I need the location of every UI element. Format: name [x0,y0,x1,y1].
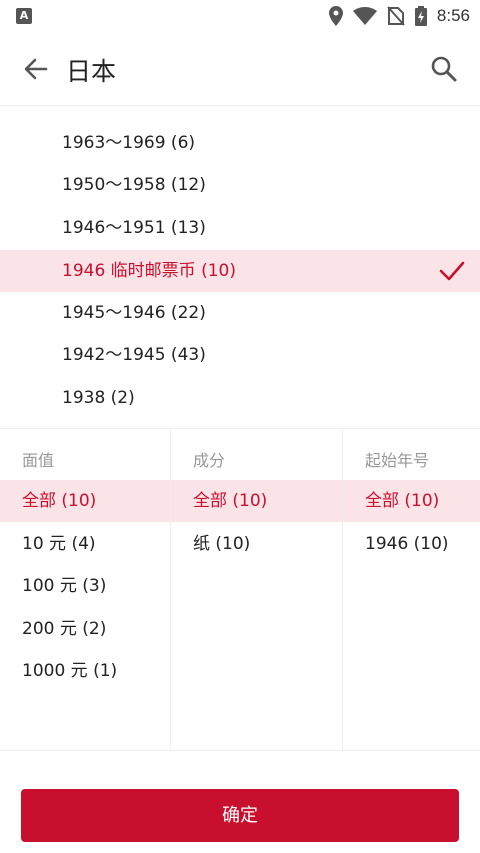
app-bar: 日本 [0,32,480,106]
filter-panel: 面值 全部 (10) 10 元 (4) 100 元 (3) 200 元 (2) … [0,429,480,751]
no-sim-icon [387,6,405,26]
year-range-list[interactable]: 1963～1969 (6) 1950～1958 (12) 1946～1951 (… [0,106,480,429]
composition-header: 成分 [193,451,226,470]
status-icons: 8:56 [328,4,470,28]
start-year-option[interactable]: 全部 (10) [343,480,480,522]
denomination-header: 面值 [22,451,55,470]
search-icon [431,56,457,82]
app-notification-icon: A [16,8,32,24]
denomination-column: 面值 全部 (10) 10 元 (4) 100 元 (3) 200 元 (2) … [0,429,171,751]
option-label: 全部 (10) [365,491,440,511]
option-label: 100 元 (3) [22,576,107,596]
start-year-column: 起始年号 全部 (10) 1946 (10) [343,429,480,751]
denomination-option[interactable]: 10 元 (4) [0,523,170,565]
year-item-label: 1946～1951 (13) [62,218,206,238]
denomination-option[interactable]: 1000 元 (1) [0,650,170,692]
search-button[interactable] [428,54,460,84]
composition-option[interactable]: 全部 (10) [171,480,342,522]
confirm-button[interactable]: 确定 [21,789,459,842]
year-item[interactable]: 1950～1958 (12) [0,164,480,206]
year-item[interactable]: 1945～1946 (22) [0,292,480,334]
year-item-label: 1938 (2) [62,388,135,408]
option-label: 全部 (10) [193,491,268,511]
status-bar: A 8:56 [0,0,480,32]
year-item-label: 1946 临时邮票币 (10) [62,261,236,281]
start-year-option[interactable]: 1946 (10) [343,523,480,565]
option-label: 全部 (10) [22,491,97,511]
composition-column: 成分 全部 (10) 纸 (10) [171,429,343,751]
year-item-label: 1942～1945 (43) [62,345,206,365]
back-button[interactable] [20,55,52,83]
battery-charging-icon [414,6,427,26]
option-label: 1946 (10) [365,534,449,554]
year-item-label: 1945～1946 (22) [62,303,206,323]
option-label: 纸 (10) [193,534,251,554]
year-item-label: 1950～1958 (12) [62,175,206,195]
denomination-option[interactable]: 100 元 (3) [0,565,170,607]
year-item[interactable]: 1963～1969 (6) [0,122,480,164]
checkmark-icon [439,261,465,281]
year-item[interactable]: 1938 (2) [0,377,480,419]
option-label: 10 元 (4) [22,534,96,554]
page-title: 日本 [66,57,117,86]
year-item-selected[interactable]: 1946 临时邮票币 (10) [0,250,480,292]
denomination-option[interactable]: 全部 (10) [0,480,170,522]
option-label: 200 元 (2) [22,619,107,639]
year-item[interactable]: 1942～1945 (43) [0,334,480,376]
year-item-label: 1963～1969 (6) [62,133,196,153]
location-icon [328,6,343,26]
wifi-icon [352,7,377,25]
arrow-left-icon [24,58,48,80]
clock: 8:56 [436,6,470,25]
composition-option[interactable]: 纸 (10) [171,523,342,565]
denomination-option[interactable]: 200 元 (2) [0,608,170,650]
option-label: 1000 元 (1) [22,661,118,681]
start-year-header: 起始年号 [365,451,430,470]
year-item[interactable]: 1946～1951 (13) [0,207,480,249]
